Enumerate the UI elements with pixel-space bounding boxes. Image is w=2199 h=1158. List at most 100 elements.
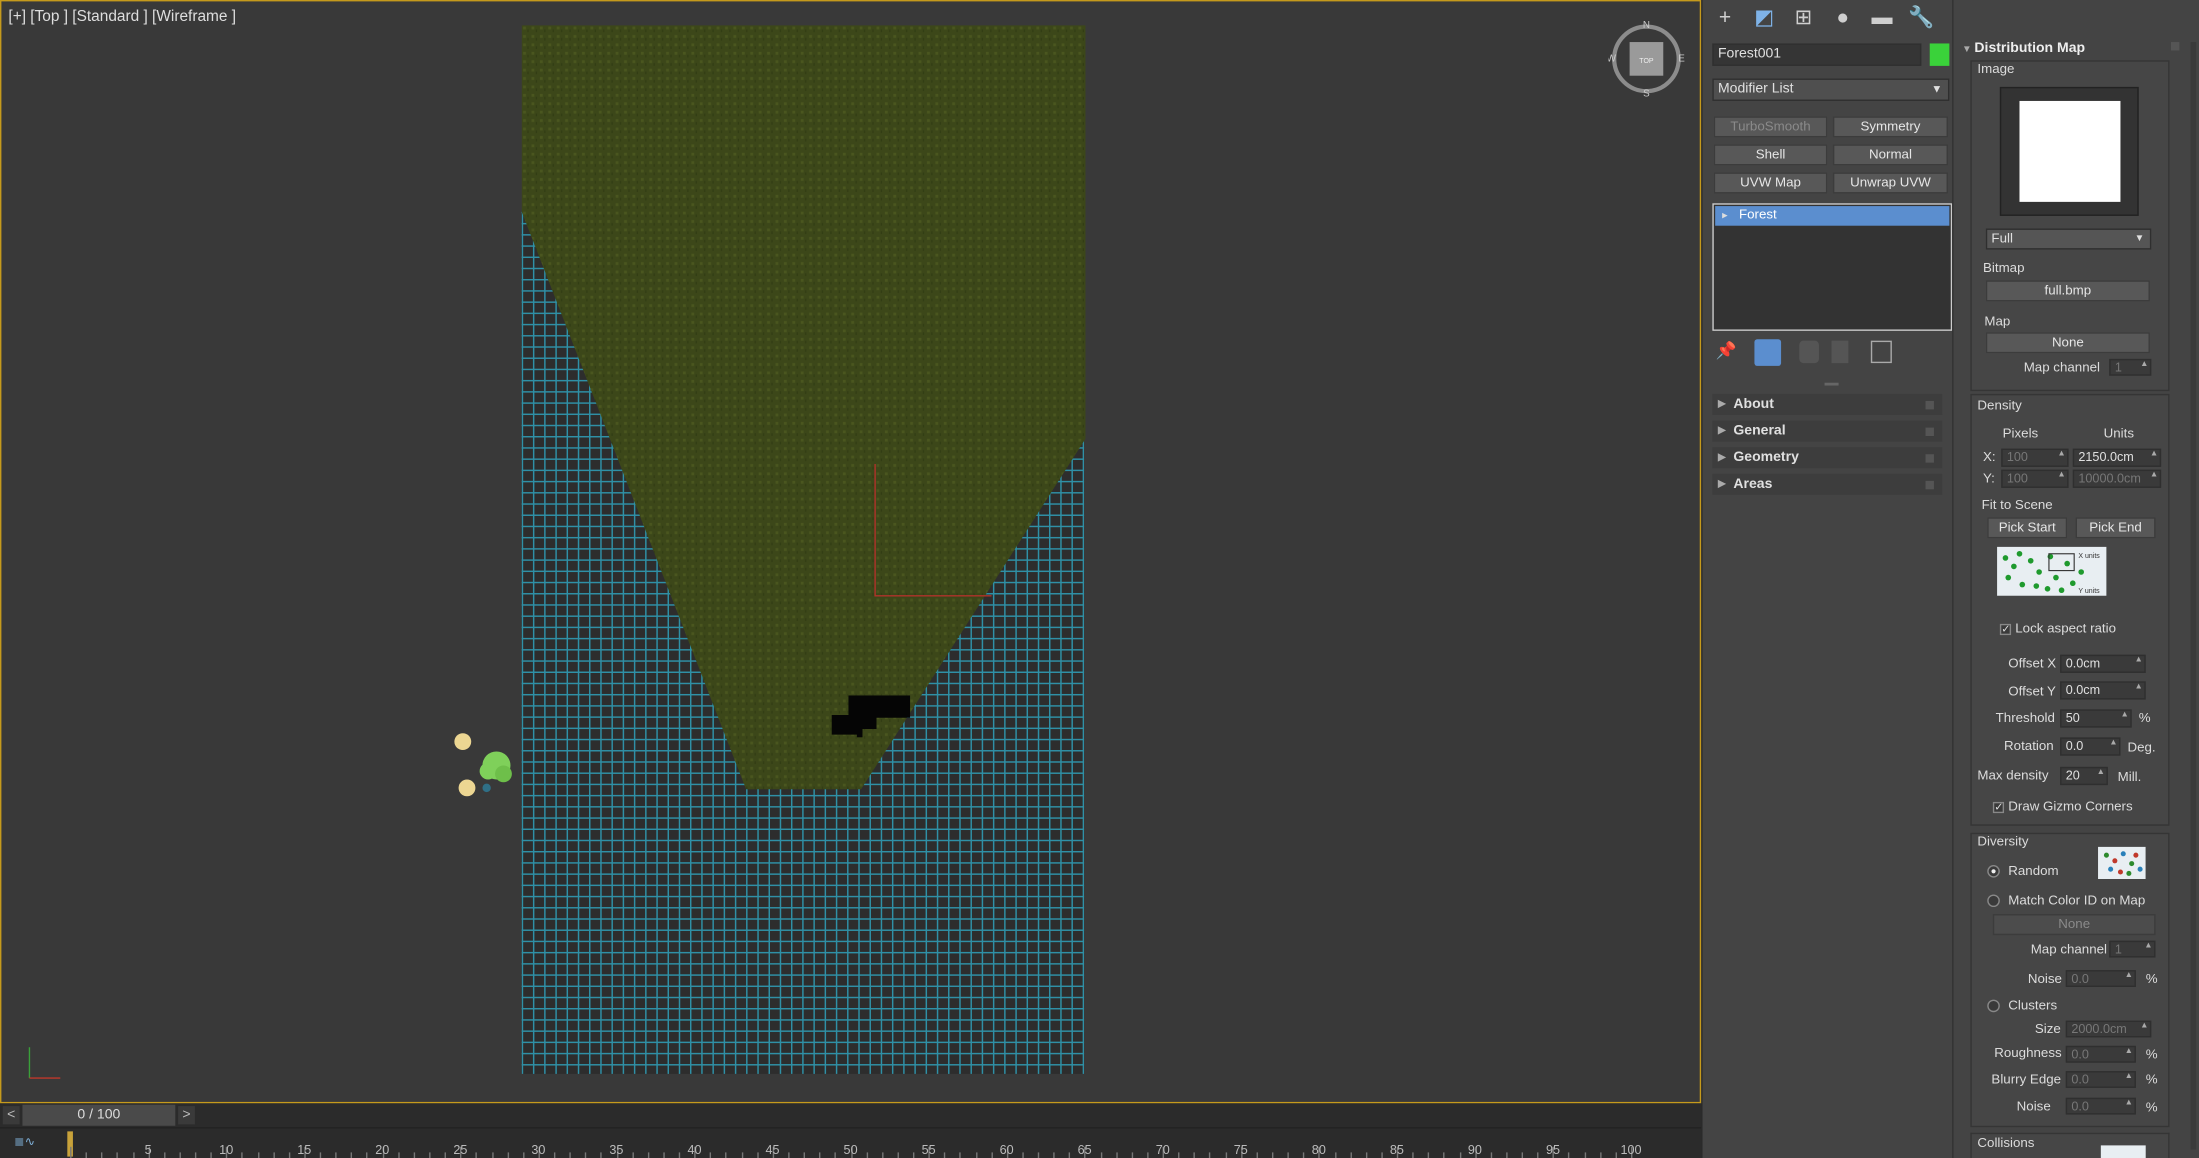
color-map-button[interactable]: None <box>1992 914 2156 936</box>
clusters-radio[interactable] <box>1987 999 2000 1013</box>
spinner-arrows-icon[interactable]: ▲▼ <box>2125 1072 2135 1080</box>
hierarchy-icon[interactable]: ⊞ <box>1789 6 1817 31</box>
create-icon[interactable]: + <box>1711 6 1739 31</box>
stack-item-forest[interactable]: ▸ Forest <box>1715 206 1950 226</box>
prev-frame-button[interactable]: < <box>2 1106 20 1125</box>
frame-tick <box>1412 1152 1414 1158</box>
distribution-map-panel: ▼ Distribution Map Image Full ▼ Bitmap f… <box>1952 0 2199 1158</box>
noise-spinner[interactable]: 0.0 ▲▼ <box>2065 970 2136 987</box>
make-unique-icon[interactable] <box>1799 340 1819 364</box>
remove-modifier-icon[interactable] <box>1831 340 1849 364</box>
distribution-image-preview[interactable] <box>1999 86 2139 216</box>
blurry-edge-spinner[interactable]: 0.0 ▲▼ <box>2065 1071 2136 1088</box>
spinner-arrows-icon[interactable]: ▲▼ <box>2140 1022 2150 1030</box>
rollout-areas[interactable]: ▶ Areas <box>1712 473 1943 495</box>
turbosmooth-button[interactable]: TurboSmooth <box>1713 116 1828 138</box>
object-color-swatch[interactable] <box>1929 43 1950 66</box>
next-frame-button[interactable]: > <box>178 1106 195 1125</box>
spinner-arrows-icon[interactable]: ▲▼ <box>2140 360 2150 368</box>
noise2-spinner[interactable]: 0.0 ▲▼ <box>2065 1097 2136 1115</box>
spinner-arrows-icon[interactable]: ▲▼ <box>2150 450 2160 458</box>
pin-stack-icon[interactable]: 📌 <box>1715 341 1737 363</box>
viewcube-compass[interactable]: N S E W TOP <box>1609 21 1688 100</box>
display-icon[interactable]: ▬ <box>1868 6 1896 31</box>
spinner-arrows-icon[interactable]: ▲▼ <box>2057 450 2067 458</box>
bitmap-button[interactable]: full.bmp <box>1985 280 2150 302</box>
unwrap-uvw-button[interactable]: Unwrap UVW <box>1832 172 1948 194</box>
frame-tick <box>834 1152 837 1158</box>
tree-preview-icon[interactable] <box>450 728 523 801</box>
random-label: Random <box>2008 863 2059 880</box>
units-label: Units <box>2103 426 2135 442</box>
y-pixels-spinner[interactable]: 100 ▲▼ <box>2001 469 2069 488</box>
utilities-icon[interactable]: 🔧 <box>1907 6 1935 31</box>
expand-arrow-icon: ▶ <box>1717 479 1726 490</box>
viewport-label-menu[interactable]: [+] [Top ] [Standard ] [Wireframe ] <box>8 8 236 25</box>
show-end-result-icon[interactable] <box>1754 339 1782 366</box>
expand-arrow-icon[interactable]: ▸ <box>1722 206 1728 226</box>
spinner-arrows-icon[interactable]: ▲▼ <box>2109 739 2119 747</box>
pick-start-button[interactable]: Pick Start <box>1987 517 2068 539</box>
roughness-spinner[interactable]: 0.0 ▲▼ <box>2065 1045 2136 1063</box>
spinner-arrows-icon[interactable]: ▲▼ <box>2134 683 2144 691</box>
distribution-map-title[interactable]: ▼ Distribution Map <box>1962 41 2085 56</box>
frame-tick <box>522 1152 525 1158</box>
forest-distribution-area[interactable] <box>521 25 1086 793</box>
frame-tick <box>179 1152 181 1158</box>
spinner-arrows-icon[interactable]: ▲▼ <box>2125 1047 2135 1055</box>
threshold-spinner[interactable]: 50 ▲▼ <box>2060 709 2132 728</box>
frame-tick-label: 20 <box>375 1142 390 1157</box>
pick-end-button[interactable]: Pick End <box>2075 517 2156 539</box>
spinner-arrows-icon[interactable]: ▲▼ <box>2144 942 2154 950</box>
rollout-general[interactable]: ▶ General <box>1712 420 1943 442</box>
draw-gizmo-checkbox[interactable]: ✓ <box>1992 801 2005 814</box>
rollout-about[interactable]: ▶ About <box>1712 393 1943 415</box>
map-channel-spinner[interactable]: 1 ▲▼ <box>2109 358 2152 376</box>
diversity-map-channel-spinner[interactable]: 1 ▲▼ <box>2109 940 2156 958</box>
modifier-list-label: Modifier List <box>1717 81 1794 97</box>
top-viewport[interactable]: [+] [Top ] [Standard ] [Wireframe ] N S … <box>0 0 1702 1104</box>
x-pixels-spinner[interactable]: 100 ▲▼ <box>2001 448 2069 467</box>
spinner-arrows-icon[interactable]: ▲▼ <box>2057 471 2067 479</box>
panel-scrollbar[interactable] <box>2190 42 2197 1150</box>
frame-tick-label: 10 <box>219 1142 234 1157</box>
spinner-arrows-icon[interactable]: ▲▼ <box>2125 1099 2135 1107</box>
normal-button[interactable]: Normal <box>1832 144 1948 166</box>
frame-tick <box>1443 1152 1446 1158</box>
spinner-arrows-icon[interactable]: ▲▼ <box>2125 972 2135 980</box>
object-name-field[interactable]: Forest001 <box>1712 43 1922 66</box>
offset-y-spinner[interactable]: 0.0cm ▲▼ <box>2060 681 2146 700</box>
curve-editor-icon[interactable]: ≣∿ <box>14 1134 35 1149</box>
frame-tick <box>1100 1152 1102 1158</box>
motion-icon[interactable]: ● <box>1829 6 1857 31</box>
lock-aspect-checkbox[interactable]: ✓ <box>1999 623 2012 636</box>
size-spinner[interactable]: 2000.0cm ▲▼ <box>2065 1020 2152 1038</box>
modifier-stack: ▸ Forest <box>1712 203 1953 331</box>
random-radio[interactable] <box>1987 864 2000 878</box>
configure-modifier-sets-icon[interactable] <box>1870 340 1892 364</box>
match-color-radio[interactable] <box>1987 894 2000 908</box>
time-slider[interactable]: 0 / 100 <box>22 1104 176 1126</box>
track-bar[interactable]: ≣∿ 5 10 15 20 25 30 35 40 45 50 55 60 65 70 75 80 85 90 95… <box>0 1127 1702 1158</box>
uvw-map-button[interactable]: UVW Map <box>1713 172 1828 194</box>
spinner-arrows-icon[interactable]: ▲▼ <box>2150 471 2160 479</box>
x-units-spinner[interactable]: 2150.0cm ▲▼ <box>2072 448 2162 467</box>
blurry-edge-unit: % <box>2145 1072 2158 1088</box>
modifier-list-dropdown[interactable]: Modifier List ▼ <box>1712 78 1950 101</box>
y-units-spinner[interactable]: 10000.0cm ▲▼ <box>2072 469 2162 488</box>
spinner-arrows-icon[interactable]: ▲▼ <box>2097 768 2107 776</box>
spinner-arrows-icon[interactable]: ▲▼ <box>2134 656 2144 664</box>
symmetry-button[interactable]: Symmetry <box>1832 116 1948 138</box>
rollout-geometry[interactable]: ▶ Geometry <box>1712 447 1943 469</box>
map-button[interactable]: None <box>1985 332 2150 354</box>
shell-button[interactable]: Shell <box>1713 144 1828 166</box>
rotation-spinner[interactable]: 0.0 ▲▼ <box>2060 737 2121 756</box>
spinner-arrows-icon[interactable]: ▲▼ <box>2120 711 2130 719</box>
image-mode-dropdown[interactable]: Full ▼ <box>1985 228 2152 250</box>
offset-x-spinner[interactable]: 0.0cm ▲▼ <box>2060 654 2146 673</box>
max-density-spinner[interactable]: 20 ▲▼ <box>2060 766 2108 786</box>
frame-tick-label: 85 <box>1389 1142 1404 1157</box>
modify-icon[interactable]: ◩ <box>1750 6 1778 31</box>
rotation-label: Rotation <box>2004 738 2054 755</box>
axis-tripod-icon <box>28 1047 61 1079</box>
